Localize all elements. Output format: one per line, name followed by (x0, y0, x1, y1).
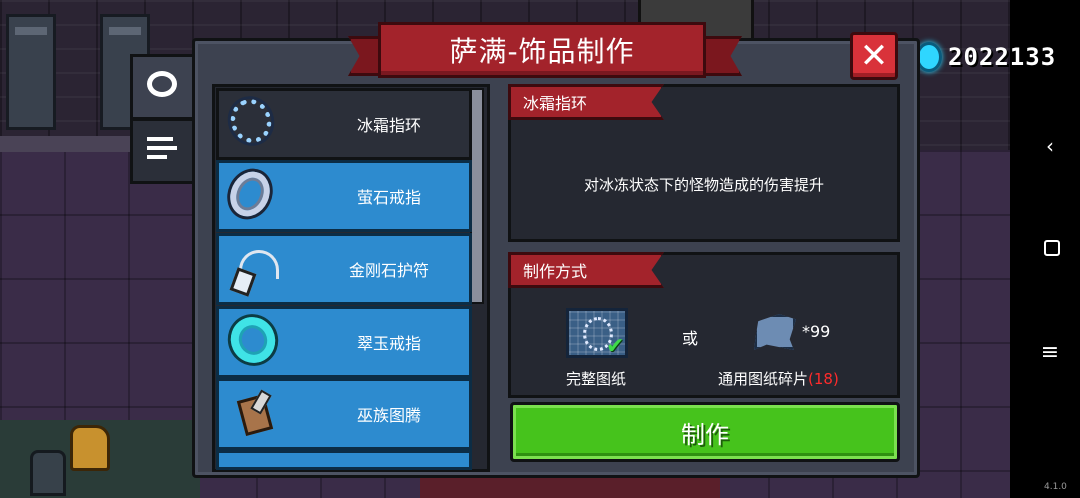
craft-button[interactable]: 制作 (510, 402, 900, 462)
gem-counter: 2022133 (916, 42, 1056, 72)
diamond-amulet-icon (229, 244, 279, 297)
item-name-tag: 冰霜指环 (508, 84, 664, 120)
blueprint-label: 完整图纸 (565, 370, 626, 388)
close-button[interactable]: ✕ (850, 32, 898, 80)
home-nav-icon[interactable] (1044, 240, 1060, 256)
menu-nav-icon[interactable]: ≡ (1036, 340, 1064, 365)
list-scrollbar[interactable] (470, 88, 484, 304)
item-description: 对冰冻状态下的怪物造成的伤害提升 (583, 176, 824, 194)
list-tab-icon (147, 137, 179, 165)
fragment-quantity: *99 (802, 322, 831, 341)
fragment-label: 通用图纸碎片(18) (718, 368, 839, 389)
item-label: 金刚石护符 (348, 261, 429, 280)
list-item-witch-totem[interactable]: 巫族图腾 (216, 378, 472, 450)
tab-accessories[interactable] (130, 54, 195, 120)
gravestone-decoration (30, 450, 66, 496)
list-item-diamond-amulet[interactable]: 金刚石护符 (216, 233, 472, 305)
item-label: 冰霜指环 (356, 116, 421, 135)
item-label: 萤石戒指 (356, 188, 421, 207)
version-label: 4.1.0 (1044, 482, 1067, 492)
witch-totem-icon (231, 389, 277, 437)
fragment-name: 通用图纸碎片 (718, 370, 809, 388)
item-label: 翠玉戒指 (356, 334, 421, 353)
or-label: 或 (682, 329, 699, 348)
fluorite-ring-icon (223, 165, 277, 223)
item-label: 巫族图腾 (356, 406, 421, 425)
list-item-fluorite-ring[interactable]: 萤石戒指 (216, 160, 472, 232)
bird-npc (70, 425, 110, 471)
gem-count: 2022133 (948, 43, 1057, 71)
ice-ring-icon (224, 93, 278, 149)
jade-ring-icon (223, 309, 283, 371)
crafting-method-tag: 制作方式 (508, 252, 664, 288)
list-item-partial[interactable] (216, 450, 472, 470)
list-item-jade-ring[interactable]: 翠玉戒指 (216, 306, 472, 378)
list-item-ice-ring[interactable]: 冰霜指环 (216, 88, 472, 160)
ring-tab-icon (147, 71, 177, 97)
stone-pillar (6, 14, 56, 130)
window-title: 萨满-饰品制作 (378, 22, 706, 78)
back-nav-icon[interactable]: ‹ (1036, 134, 1064, 158)
fragment-owned-count: (18) (808, 370, 839, 388)
tab-list[interactable] (130, 118, 195, 184)
check-icon: ✔ (606, 334, 625, 359)
